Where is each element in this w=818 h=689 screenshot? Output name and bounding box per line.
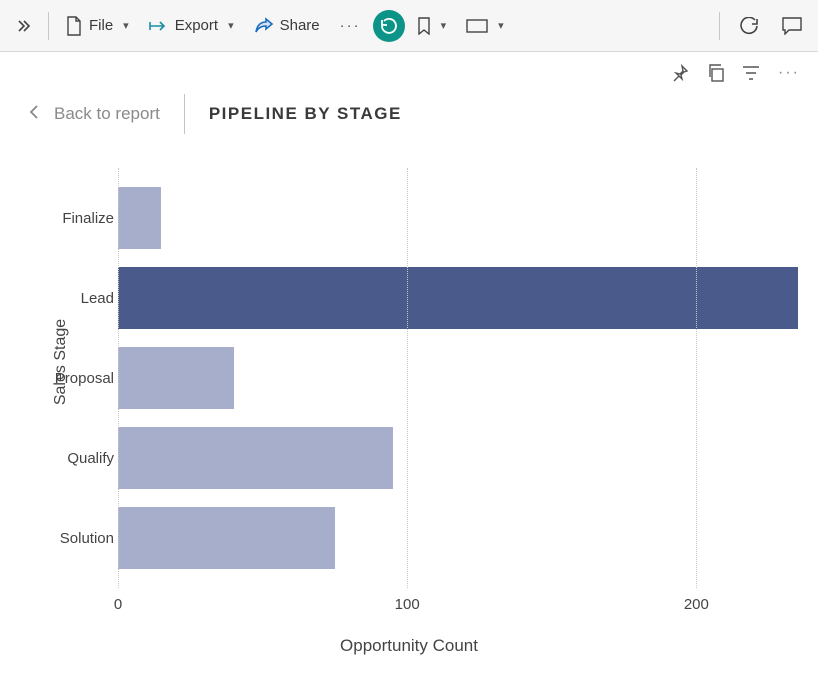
chevron-double-right-icon: [16, 18, 32, 34]
refresh-icon: [740, 17, 758, 35]
x-tick-label: 100: [395, 596, 420, 613]
category-label: Lead: [48, 266, 114, 330]
gridline: [696, 168, 697, 588]
export-icon: [149, 18, 169, 34]
bar-row: [118, 506, 812, 570]
bars-layer: [118, 168, 812, 588]
breadcrumb-separator: [184, 94, 185, 134]
chart-container: Sales Stage FinalizeLeadProposalQualifyS…: [0, 148, 818, 658]
gridline: [118, 168, 119, 588]
copy-visual-button[interactable]: [707, 64, 724, 82]
category-label: Finalize: [48, 186, 114, 250]
more-options-button[interactable]: ···: [778, 64, 800, 82]
file-icon: [65, 16, 83, 36]
file-menu-label: File: [89, 17, 113, 34]
back-label: Back to report: [54, 104, 160, 124]
chevron-down-icon: ▾: [228, 19, 234, 32]
export-menu-button[interactable]: Export ▾: [141, 11, 242, 40]
visual-action-bar: ···: [0, 52, 818, 88]
chevron-down-icon: ▾: [441, 19, 447, 32]
share-button-label: Share: [280, 17, 320, 34]
comment-icon: [782, 17, 802, 35]
bar-row: [118, 426, 812, 490]
share-button[interactable]: Share: [246, 11, 328, 41]
x-tick-labels: 0100200: [118, 596, 812, 620]
chevron-down-icon: ▾: [498, 19, 504, 32]
refresh-button[interactable]: [732, 11, 766, 41]
x-axis-title: Opportunity Count: [340, 636, 478, 656]
bar-row: [118, 266, 812, 330]
toolbar-separator: [719, 12, 720, 40]
more-menu-button[interactable]: ···: [332, 11, 369, 40]
reset-icon: [373, 10, 405, 42]
ellipsis-icon: ···: [340, 17, 361, 34]
reset-button[interactable]: [373, 10, 405, 42]
bookmarks-menu-button[interactable]: ▾: [409, 11, 455, 41]
category-label: Proposal: [48, 346, 114, 410]
plot-area: [118, 168, 812, 588]
view-rectangle-icon: [466, 19, 488, 33]
x-tick-label: 200: [684, 596, 709, 613]
filter-visual-button[interactable]: [742, 65, 760, 81]
app-toolbar: File ▾ Export ▾ Share ··· ▾ ▾: [0, 0, 818, 52]
gridline: [407, 168, 408, 588]
chevron-left-icon: [28, 103, 40, 126]
bar[interactable]: [118, 507, 335, 569]
comments-button[interactable]: [774, 11, 810, 41]
view-menu-button[interactable]: ▾: [458, 13, 512, 39]
bar[interactable]: [118, 347, 234, 409]
bar-row: [118, 186, 812, 250]
pin-visual-button[interactable]: [671, 64, 689, 82]
share-icon: [254, 17, 274, 35]
breadcrumb: Back to report Pipeline by Stage: [0, 88, 818, 148]
page-title: Pipeline by Stage: [209, 104, 402, 124]
bar-row: [118, 346, 812, 410]
bar[interactable]: [118, 427, 393, 489]
bookmark-icon: [417, 17, 431, 35]
bar[interactable]: [118, 187, 161, 249]
toolbar-separator: [48, 12, 49, 40]
chevron-down-icon: ▾: [123, 19, 129, 32]
expand-ribbon-button[interactable]: [8, 12, 40, 40]
back-to-report-button[interactable]: Back to report: [28, 103, 160, 126]
export-menu-label: Export: [175, 17, 218, 34]
file-menu-button[interactable]: File ▾: [57, 10, 137, 42]
x-tick-label: 0: [114, 596, 122, 613]
category-labels: Finalize Lead Proposal Qualify Solution: [48, 168, 114, 588]
category-label: Solution: [48, 506, 114, 570]
category-label: Qualify: [48, 426, 114, 490]
